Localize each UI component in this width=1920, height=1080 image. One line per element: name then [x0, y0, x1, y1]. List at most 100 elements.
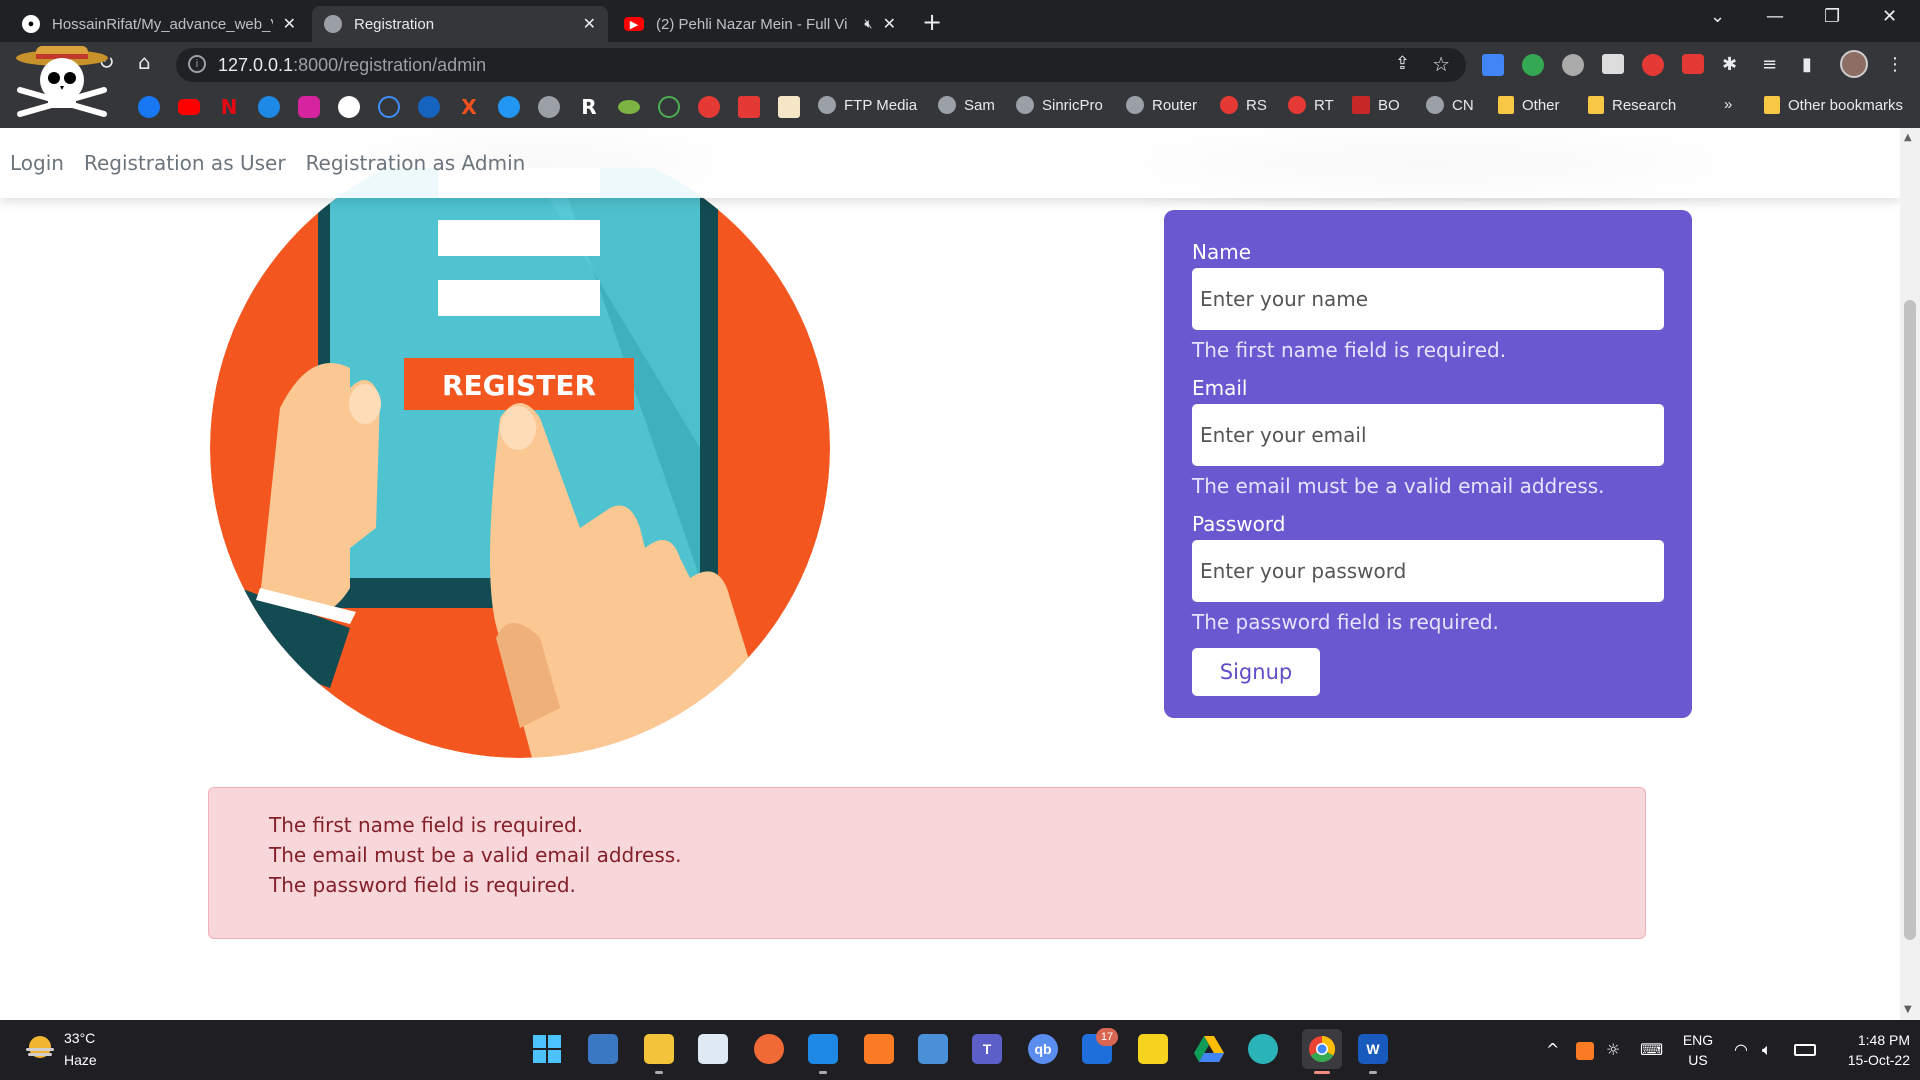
close-icon[interactable]: ✕ [583, 14, 596, 34]
volume-icon[interactable]: 🔈︎ [1762, 1040, 1772, 1060]
windows-start-icon[interactable] [532, 1034, 562, 1064]
nav-registration-admin-link[interactable]: Registration as Admin [306, 151, 526, 175]
signup-button[interactable]: Signup [1192, 648, 1320, 696]
image-icon[interactable] [778, 96, 800, 118]
tab-registration[interactable]: Registration ✕ [312, 6, 608, 42]
share-icon[interactable]: ⇪ [1395, 53, 1410, 74]
close-icon[interactable]: ✕ [283, 14, 296, 34]
r-icon[interactable]: R [578, 96, 600, 118]
tab-youtube[interactable]: ▶ (2) Pehli Nazar Mein - Full Vi 🔇︎ ✕ [612, 6, 908, 42]
postman-icon[interactable] [754, 1034, 784, 1064]
show-hidden-icons[interactable]: ^ [1546, 1040, 1559, 1059]
netflix-icon[interactable]: N [218, 96, 240, 118]
close-window-icon[interactable]: ✕ [1882, 6, 1897, 27]
avatar[interactable] [1840, 50, 1868, 83]
minimize-icon[interactable]: — [1766, 6, 1784, 27]
bookmark-rs[interactable]: RS [1220, 96, 1267, 114]
bookmark-sinricpro[interactable]: SinricPro [1016, 96, 1103, 114]
xampp-tray-icon[interactable] [1576, 1042, 1594, 1060]
w-icon[interactable] [378, 96, 400, 118]
language-code[interactable]: ENG [1676, 1032, 1720, 1048]
github-icon[interactable] [338, 96, 360, 118]
x-icon[interactable]: X [458, 96, 480, 118]
google-drive-icon[interactable] [1194, 1034, 1224, 1064]
close-icon[interactable]: ✕ [883, 14, 896, 34]
bookmark-rt[interactable]: RT [1288, 96, 1334, 114]
bookmark-label: SinricPro [1042, 96, 1103, 114]
scroll-up-icon[interactable]: ▲ [1904, 132, 1912, 143]
star-icon[interactable]: ☆ [1432, 52, 1450, 77]
nav-registration-user-link[interactable]: Registration as User [84, 151, 286, 175]
youtube-icon[interactable] [178, 99, 200, 115]
t-icon[interactable] [498, 96, 520, 118]
bookmark-folder-research[interactable]: Research [1588, 96, 1676, 114]
clock-date[interactable]: 15-Oct-22 [1824, 1052, 1910, 1068]
weather-haze-icon[interactable] [24, 1034, 56, 1060]
teams-icon[interactable]: T [972, 1034, 1002, 1064]
nav-login-link[interactable]: Login [10, 151, 64, 175]
puzzle-icon[interactable]: ✱ [1722, 54, 1737, 75]
edge-icon[interactable] [1248, 1034, 1278, 1064]
word-icon[interactable]: W [1358, 1034, 1388, 1064]
scrollbar-thumb[interactable] [1904, 300, 1916, 940]
news-icon[interactable] [738, 96, 760, 118]
extension-icon[interactable] [1522, 54, 1544, 81]
extension-icon[interactable] [1602, 54, 1624, 79]
vscode-icon[interactable] [808, 1034, 838, 1064]
bookmark-router[interactable]: Router [1126, 96, 1197, 114]
scroll-down-icon[interactable]: ▼ [1904, 1004, 1912, 1015]
search-app-icon[interactable] [588, 1034, 618, 1064]
kmplayer-icon[interactable] [1138, 1034, 1168, 1064]
bookmark-sam[interactable]: Sam [938, 96, 995, 114]
tomato-icon [1288, 96, 1306, 114]
translate-icon[interactable] [1482, 54, 1504, 81]
play-icon[interactable] [258, 96, 280, 118]
password-input[interactable] [1192, 540, 1664, 602]
chrome-icon[interactable] [1302, 1029, 1342, 1069]
bug-icon[interactable] [698, 96, 720, 118]
running-indicator [819, 1071, 827, 1074]
circle-icon[interactable] [658, 96, 680, 118]
name-input[interactable] [1192, 268, 1664, 330]
clock-time[interactable]: 1:48 PM [1824, 1032, 1910, 1048]
new-tab-icon[interactable]: + [922, 8, 942, 36]
globe-icon[interactable] [538, 96, 560, 118]
battery-icon[interactable] [1794, 1044, 1816, 1056]
extension-icon[interactable] [1562, 54, 1584, 81]
weather-condition: Haze [64, 1052, 97, 1068]
globe-icon [938, 96, 956, 114]
qbittorrent-icon[interactable]: qb [1028, 1034, 1058, 1064]
instagram-icon[interactable] [298, 96, 320, 118]
bookmark-cn[interactable]: CN [1426, 96, 1474, 114]
c-icon[interactable] [418, 96, 440, 118]
region-code[interactable]: US [1676, 1052, 1720, 1068]
file-explorer-icon[interactable] [644, 1034, 674, 1064]
leaf-icon[interactable] [618, 100, 640, 114]
kebab-menu-icon[interactable]: ⋮ [1886, 54, 1904, 75]
photos-icon[interactable] [698, 1034, 728, 1064]
bookmark-folder-other[interactable]: Other [1498, 96, 1560, 114]
brightness-icon[interactable]: ☼ [1606, 1040, 1620, 1059]
notepad-icon[interactable] [918, 1034, 948, 1064]
side-panel-icon[interactable]: ▮ [1802, 54, 1812, 75]
bookmark-ftp-media[interactable]: FTP Media [818, 96, 917, 114]
tab-search-icon[interactable]: ⌄ [1710, 6, 1725, 27]
email-input[interactable] [1192, 404, 1664, 466]
mute-icon[interactable]: 🔇︎ [864, 16, 872, 32]
info-icon[interactable]: i [188, 55, 206, 73]
bookmarks-overflow-icon[interactable]: » [1724, 96, 1732, 113]
wifi-icon[interactable]: ◠ [1734, 1040, 1748, 1059]
keyboard-icon[interactable]: ⌨ [1640, 1040, 1663, 1059]
extension-icon[interactable] [1642, 54, 1664, 81]
xampp-icon[interactable] [864, 1034, 894, 1064]
facebook-icon[interactable] [138, 96, 160, 118]
email-label: Email [1192, 376, 1248, 400]
bookmark-folder-other-bookmarks[interactable]: Other bookmarks [1764, 96, 1903, 114]
home-icon[interactable]: ⌂ [138, 50, 151, 74]
address-bar[interactable]: i 127.0.0.1:8000/registration/admin ⇪ ☆ [176, 48, 1466, 82]
reading-list-icon[interactable]: ≡ [1762, 54, 1777, 75]
restore-icon[interactable]: ❐ [1824, 6, 1840, 27]
extension-icon[interactable] [1682, 54, 1704, 79]
tab-github[interactable]: ● HossainRifat/My_advance_web_V ✕ [10, 6, 308, 42]
bookmark-bo[interactable]: BO [1352, 96, 1400, 114]
